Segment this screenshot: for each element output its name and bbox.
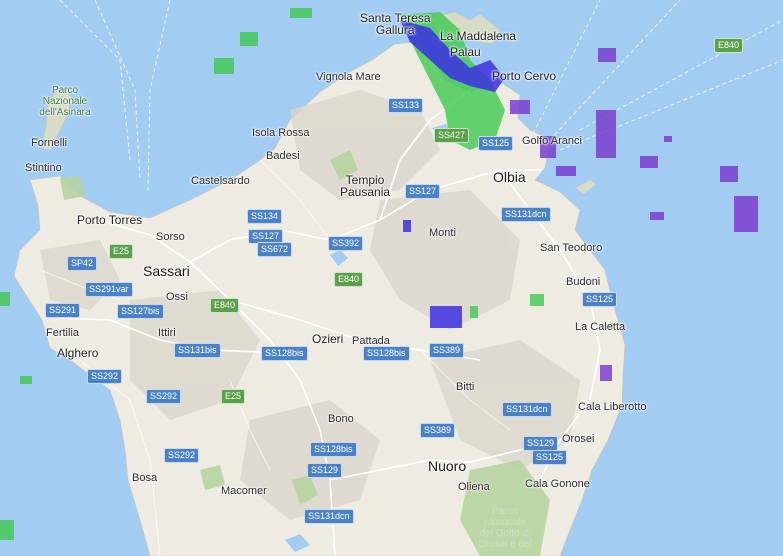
road-shield: SS133 (388, 98, 424, 113)
road-shield: SS129 (307, 463, 343, 478)
road-shield: SS127bis (117, 304, 164, 319)
label-cala-gonone: Cala Gonone (525, 478, 590, 490)
label-nuoro: Nuoro (428, 458, 467, 474)
label-santa-teresa-gallura: Santa Teresa Gallura (360, 11, 431, 37)
label-badesi: Badesi (266, 150, 300, 162)
label-la-maddalena: La Maddalena (440, 29, 517, 43)
label-olbia: Olbia (493, 169, 526, 185)
road-shield: SS125 (478, 136, 514, 151)
road-shield: SS392 (328, 236, 364, 251)
label-orosei: Orosei (562, 433, 595, 445)
label-bosa: Bosa (132, 472, 158, 484)
label-sorso: Sorso (156, 231, 185, 243)
road-shield: SS128bis (261, 346, 308, 361)
label-macomer: Macomer (221, 485, 267, 497)
road-shield: SS128bis (310, 442, 357, 457)
road-shield: SS291 (45, 303, 81, 318)
label-palau: Palau (450, 45, 481, 59)
road-shield: SS125 (582, 292, 618, 307)
road-shield: SS292 (146, 389, 182, 404)
label-parco-asinara: Parco Nazionale dell'Asinara (39, 85, 91, 118)
road-shield: SS389 (429, 343, 465, 358)
label-castelsardo: Castelsardo (191, 175, 250, 187)
road-shield: SS291var (85, 282, 133, 297)
road-shield: SS128bis (363, 346, 410, 361)
road-shield: SS672 (257, 242, 293, 257)
road-shield: E25 (109, 244, 134, 259)
label-budoni: Budoni (566, 276, 601, 288)
road-shield: SS131dcn (501, 207, 551, 222)
road-shield: E25 (221, 389, 246, 404)
label-san-teodoro: San Teodoro (540, 242, 603, 254)
label-fertilia: Fertilia (46, 327, 80, 339)
label-cala-liberotto: Cala Liberotto (578, 401, 647, 413)
label-porto-torres: Porto Torres (77, 213, 143, 227)
label-stintino: Stintino (25, 162, 62, 174)
label-ossi: Ossi (166, 291, 188, 303)
label-isola-rossa: Isola Rossa (252, 127, 310, 139)
road-shield: SS134 (247, 209, 283, 224)
label-oliena: Oliena (458, 481, 490, 493)
road-shield: SS389 (420, 423, 456, 438)
label-parco-orosei: Parco nazionale del Golfo di Orosei e de… (478, 506, 532, 550)
road-shield: SP42 (67, 256, 98, 271)
map-canvas[interactable] (0, 0, 783, 556)
label-alghero: Alghero (57, 346, 99, 360)
label-golfo-aranci: Golfo Aranci (522, 135, 582, 147)
label-sassari: Sassari (143, 263, 190, 279)
road-shield: SS131dcn (502, 402, 552, 417)
road-shield: SS131dcn (304, 509, 354, 524)
label-bitti: Bitti (456, 381, 475, 393)
label-porto-cervo: Porto Cervo (492, 69, 557, 83)
road-shield: SS292 (87, 369, 123, 384)
road-shield: E840 (210, 298, 240, 313)
road-shield: SS427 (434, 128, 470, 143)
label-vignola-mare: Vignola Mare (316, 71, 381, 83)
label-tempio-pausania: Tempio Pausania (340, 173, 391, 199)
label-la-caletta: La Caletta (575, 321, 626, 333)
label-monti: Monti (429, 227, 456, 239)
label-ozieri: Ozieri (312, 332, 344, 346)
road-shield: E840 (334, 272, 364, 287)
label-fornelli: Fornelli (31, 137, 68, 149)
road-shield: SS292 (164, 448, 200, 463)
road-shield: SS129 (523, 436, 559, 451)
road-shield: E840 (714, 38, 744, 53)
road-shield: SS131bis (174, 343, 221, 358)
label-ittiri: Ittiri (158, 327, 176, 339)
road-shield: SS127 (405, 184, 441, 199)
road-shield: SS125 (532, 450, 568, 465)
label-bono: Bono (328, 413, 354, 425)
